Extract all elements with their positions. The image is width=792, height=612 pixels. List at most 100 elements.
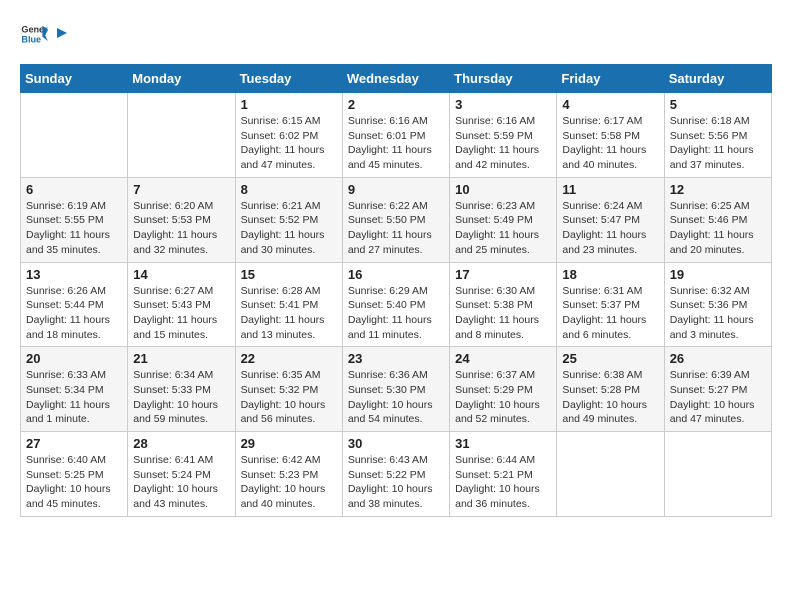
day-number: 8 <box>241 182 337 197</box>
calendar-cell: 15 Sunrise: 6:28 AM Sunset: 5:41 PM Dayli… <box>235 262 342 347</box>
calendar-cell: 25 Sunrise: 6:38 AM Sunset: 5:28 PM Dayli… <box>557 347 664 432</box>
calendar-cell <box>664 432 771 517</box>
day-info: Sunrise: 6:36 AM Sunset: 5:30 PM Dayligh… <box>348 368 444 427</box>
day-number: 5 <box>670 97 766 112</box>
calendar-cell: 26 Sunrise: 6:39 AM Sunset: 5:27 PM Dayli… <box>664 347 771 432</box>
day-info: Sunrise: 6:28 AM Sunset: 5:41 PM Dayligh… <box>241 284 337 343</box>
day-info: Sunrise: 6:22 AM Sunset: 5:50 PM Dayligh… <box>348 199 444 258</box>
calendar-cell: 14 Sunrise: 6:27 AM Sunset: 5:43 PM Dayli… <box>128 262 235 347</box>
day-number: 12 <box>670 182 766 197</box>
calendar-cell: 31Sunrise: 6:44 AM Sunset: 5:21 PM Dayli… <box>450 432 557 517</box>
day-info: Sunrise: 6:33 AM Sunset: 5:34 PM Dayligh… <box>26 368 122 427</box>
day-number: 15 <box>241 267 337 282</box>
calendar-week-row: 6 Sunrise: 6:19 AM Sunset: 5:55 PM Daylig… <box>21 177 772 262</box>
calendar-header-row: SundayMondayTuesdayWednesdayThursdayFrid… <box>21 65 772 93</box>
calendar-cell: 11 Sunrise: 6:24 AM Sunset: 5:47 PM Dayli… <box>557 177 664 262</box>
day-info: Sunrise: 6:41 AM Sunset: 5:24 PM Dayligh… <box>133 453 229 512</box>
day-info: Sunrise: 6:24 AM Sunset: 5:47 PM Dayligh… <box>562 199 658 258</box>
calendar-cell: 13 Sunrise: 6:26 AM Sunset: 5:44 PM Dayli… <box>21 262 128 347</box>
calendar-cell: 5 Sunrise: 6:18 AM Sunset: 5:56 PM Daylig… <box>664 93 771 178</box>
day-info: Sunrise: 6:25 AM Sunset: 5:46 PM Dayligh… <box>670 199 766 258</box>
day-info: Sunrise: 6:30 AM Sunset: 5:38 PM Dayligh… <box>455 284 551 343</box>
calendar-cell: 30 Sunrise: 6:43 AM Sunset: 5:22 PM Dayli… <box>342 432 449 517</box>
calendar-week-row: 1 Sunrise: 6:15 AM Sunset: 6:02 PM Daylig… <box>21 93 772 178</box>
day-number: 6 <box>26 182 122 197</box>
day-number: 16 <box>348 267 444 282</box>
day-info: Sunrise: 6:43 AM Sunset: 5:22 PM Dayligh… <box>348 453 444 512</box>
calendar-week-row: 13 Sunrise: 6:26 AM Sunset: 5:44 PM Dayli… <box>21 262 772 347</box>
day-info: Sunrise: 6:18 AM Sunset: 5:56 PM Dayligh… <box>670 114 766 173</box>
calendar-week-row: 27 Sunrise: 6:40 AM Sunset: 5:25 PM Dayli… <box>21 432 772 517</box>
day-header-saturday: Saturday <box>664 65 771 93</box>
day-number: 29 <box>241 436 337 451</box>
day-number: 22 <box>241 351 337 366</box>
day-number: 1 <box>241 97 337 112</box>
header: General Blue <box>20 20 772 48</box>
calendar-cell: 12 Sunrise: 6:25 AM Sunset: 5:46 PM Dayli… <box>664 177 771 262</box>
day-info: Sunrise: 6:38 AM Sunset: 5:28 PM Dayligh… <box>562 368 658 427</box>
day-info: Sunrise: 6:27 AM Sunset: 5:43 PM Dayligh… <box>133 284 229 343</box>
day-info: Sunrise: 6:32 AM Sunset: 5:36 PM Dayligh… <box>670 284 766 343</box>
day-header-monday: Monday <box>128 65 235 93</box>
day-number: 7 <box>133 182 229 197</box>
calendar-cell <box>21 93 128 178</box>
day-info: Sunrise: 6:35 AM Sunset: 5:32 PM Dayligh… <box>241 368 337 427</box>
day-number: 19 <box>670 267 766 282</box>
day-number: 17 <box>455 267 551 282</box>
day-number: 25 <box>562 351 658 366</box>
day-info: Sunrise: 6:31 AM Sunset: 5:37 PM Dayligh… <box>562 284 658 343</box>
day-number: 11 <box>562 182 658 197</box>
calendar-cell: 19 Sunrise: 6:32 AM Sunset: 5:36 PM Dayli… <box>664 262 771 347</box>
day-info: Sunrise: 6:16 AM Sunset: 5:59 PM Dayligh… <box>455 114 551 173</box>
day-header-sunday: Sunday <box>21 65 128 93</box>
calendar-cell: 4Sunrise: 6:17 AM Sunset: 5:58 PM Daylig… <box>557 93 664 178</box>
day-number: 21 <box>133 351 229 366</box>
day-header-friday: Friday <box>557 65 664 93</box>
calendar-cell: 29 Sunrise: 6:42 AM Sunset: 5:23 PM Dayli… <box>235 432 342 517</box>
day-info: Sunrise: 6:16 AM Sunset: 6:01 PM Dayligh… <box>348 114 444 173</box>
calendar-cell: 16 Sunrise: 6:29 AM Sunset: 5:40 PM Dayli… <box>342 262 449 347</box>
calendar-cell: 20 Sunrise: 6:33 AM Sunset: 5:34 PM Dayli… <box>21 347 128 432</box>
day-info: Sunrise: 6:40 AM Sunset: 5:25 PM Dayligh… <box>26 453 122 512</box>
day-info: Sunrise: 6:39 AM Sunset: 5:27 PM Dayligh… <box>670 368 766 427</box>
day-info: Sunrise: 6:17 AM Sunset: 5:58 PM Dayligh… <box>562 114 658 173</box>
calendar-cell: 9Sunrise: 6:22 AM Sunset: 5:50 PM Daylig… <box>342 177 449 262</box>
day-info: Sunrise: 6:44 AM Sunset: 5:21 PM Dayligh… <box>455 453 551 512</box>
day-info: Sunrise: 6:26 AM Sunset: 5:44 PM Dayligh… <box>26 284 122 343</box>
day-info: Sunrise: 6:20 AM Sunset: 5:53 PM Dayligh… <box>133 199 229 258</box>
calendar-cell: 6 Sunrise: 6:19 AM Sunset: 5:55 PM Daylig… <box>21 177 128 262</box>
day-number: 20 <box>26 351 122 366</box>
day-number: 2 <box>348 97 444 112</box>
day-info: Sunrise: 6:15 AM Sunset: 6:02 PM Dayligh… <box>241 114 337 173</box>
calendar-cell: 1 Sunrise: 6:15 AM Sunset: 6:02 PM Daylig… <box>235 93 342 178</box>
day-info: Sunrise: 6:37 AM Sunset: 5:29 PM Dayligh… <box>455 368 551 427</box>
day-number: 27 <box>26 436 122 451</box>
day-number: 14 <box>133 267 229 282</box>
day-number: 28 <box>133 436 229 451</box>
day-number: 26 <box>670 351 766 366</box>
day-header-tuesday: Tuesday <box>235 65 342 93</box>
day-info: Sunrise: 6:42 AM Sunset: 5:23 PM Dayligh… <box>241 453 337 512</box>
day-number: 24 <box>455 351 551 366</box>
day-number: 30 <box>348 436 444 451</box>
calendar-cell: 24 Sunrise: 6:37 AM Sunset: 5:29 PM Dayli… <box>450 347 557 432</box>
calendar-cell: 8 Sunrise: 6:21 AM Sunset: 5:52 PM Daylig… <box>235 177 342 262</box>
calendar-cell <box>557 432 664 517</box>
calendar-cell: 7 Sunrise: 6:20 AM Sunset: 5:53 PM Daylig… <box>128 177 235 262</box>
day-info: Sunrise: 6:23 AM Sunset: 5:49 PM Dayligh… <box>455 199 551 258</box>
calendar-cell: 28 Sunrise: 6:41 AM Sunset: 5:24 PM Dayli… <box>128 432 235 517</box>
logo: General Blue <box>20 20 71 48</box>
day-number: 13 <box>26 267 122 282</box>
calendar-cell: 2 Sunrise: 6:16 AM Sunset: 6:01 PM Daylig… <box>342 93 449 178</box>
calendar-cell: 27 Sunrise: 6:40 AM Sunset: 5:25 PM Dayli… <box>21 432 128 517</box>
day-header-thursday: Thursday <box>450 65 557 93</box>
day-info: Sunrise: 6:29 AM Sunset: 5:40 PM Dayligh… <box>348 284 444 343</box>
logo-arrow-icon <box>53 24 71 42</box>
calendar-cell: 22 Sunrise: 6:35 AM Sunset: 5:32 PM Dayli… <box>235 347 342 432</box>
day-info: Sunrise: 6:21 AM Sunset: 5:52 PM Dayligh… <box>241 199 337 258</box>
day-info: Sunrise: 6:19 AM Sunset: 5:55 PM Dayligh… <box>26 199 122 258</box>
day-number: 10 <box>455 182 551 197</box>
calendar-cell: 23Sunrise: 6:36 AM Sunset: 5:30 PM Dayli… <box>342 347 449 432</box>
day-header-wednesday: Wednesday <box>342 65 449 93</box>
calendar-cell: 3Sunrise: 6:16 AM Sunset: 5:59 PM Daylig… <box>450 93 557 178</box>
